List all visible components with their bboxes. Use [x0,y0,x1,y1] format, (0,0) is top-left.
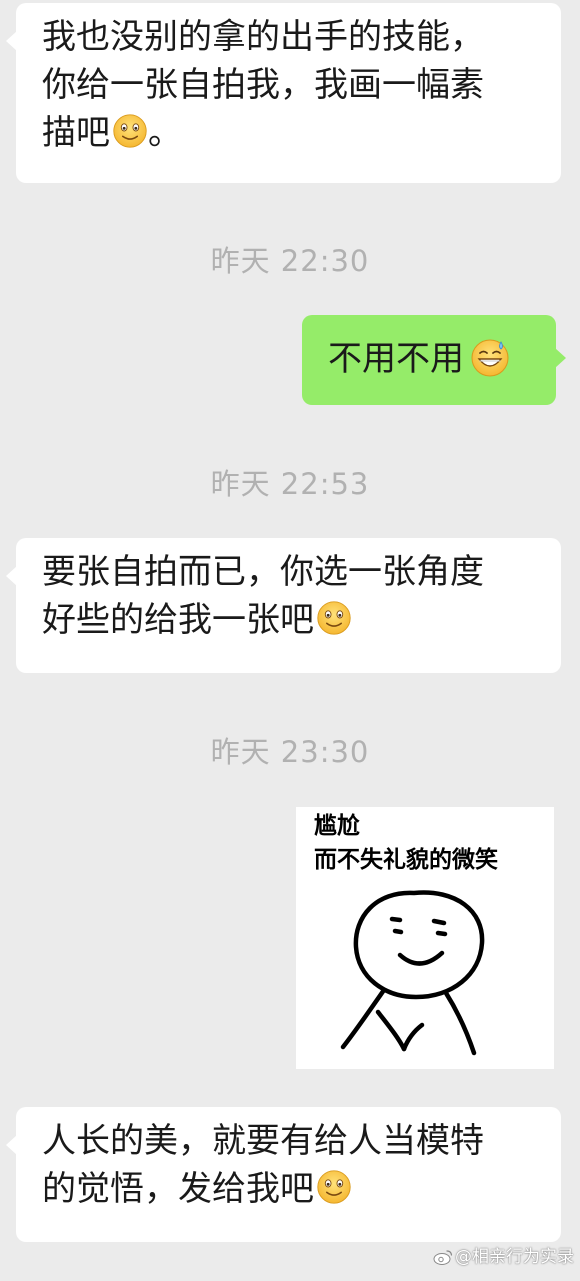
message-text-line-with-emoji: 不用不用 [328,335,536,383]
watermark-text: @相亲行为实录 [455,1247,574,1267]
sticker-image[interactable]: 尴尬 而不失礼貌的微笑 [296,807,554,1069]
message-punctuation: 。 [148,113,182,153]
message-text-line: 你给一张自拍我，我画一幅素 [42,65,484,105]
watermark: @相亲行为实录 [433,1242,574,1267]
message-text-line-with-emoji: 好些的给我一张吧 [42,596,541,644]
message-bubble-incoming[interactable]: 要张自拍而已，你选一张角度 好些的给我一张吧 [6,538,561,673]
message-text-line: 好些的给我一张吧 [42,600,314,640]
message-text-line: 人长的美，就要有给人当模特 [42,1121,484,1161]
message-text: 不用不用 [328,339,464,379]
message-text-line: 我也没别的拿的出手的技能， [42,17,484,57]
message-text-line: 要张自拍而已，你选一张角度 [42,552,484,592]
smiling-face-icon [317,1170,351,1204]
smiling-face-icon [113,114,147,148]
message-bubble-incoming[interactable]: 人长的美，就要有给人当模特 的觉悟，发给我吧 [6,1107,561,1242]
message-text-line-with-emoji: 描吧 。 [42,109,541,157]
awkward-smile-drawing [340,890,485,1056]
timestamp: 昨天 22:53 [210,467,370,501]
message-text-line: 描吧 [42,113,110,153]
timestamp: 昨天 23:30 [210,735,370,769]
message-bubble-incoming[interactable]: 我也没别的拿的出手的技能， 你给一张自拍我，我画一幅素 描吧 。 [6,3,561,183]
weibo-icon [433,1250,453,1265]
timestamp: 昨天 22:30 [210,244,370,278]
message-bubble-outgoing[interactable]: 不用不用 [302,315,566,405]
message-text-line: 的觉悟，发给我吧 [42,1169,314,1209]
smiling-face-icon [317,601,351,635]
message-text-line-with-emoji: 的觉悟，发给我吧 [42,1165,541,1213]
sweat-smile-icon [471,339,509,377]
